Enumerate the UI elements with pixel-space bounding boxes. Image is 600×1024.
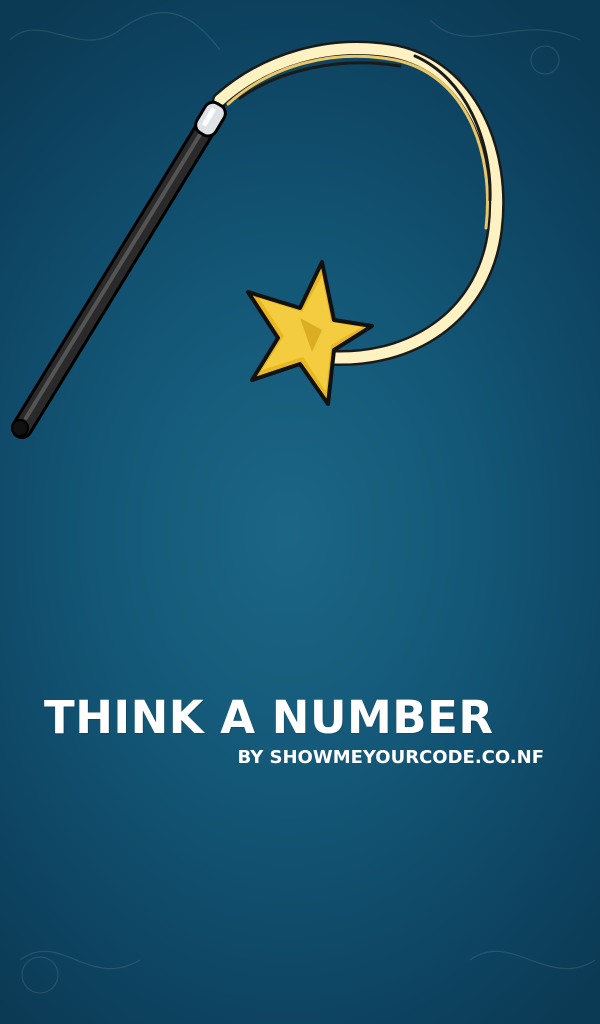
app-subtitle: BY SHOWMEYOURCODE.CO.NF <box>237 747 544 768</box>
title-block: THINK A NUMBER BY SHOWMEYOURCODE.CO.NF <box>44 688 548 768</box>
magic-wand-illustration <box>11 40 505 439</box>
star-icon <box>246 260 374 406</box>
magic-wand-icon <box>11 100 227 439</box>
app-title: THINK A NUMBER <box>44 691 494 744</box>
splash-screen: { "splash": { "title": "THINK A NUMBER",… <box>0 0 600 1024</box>
